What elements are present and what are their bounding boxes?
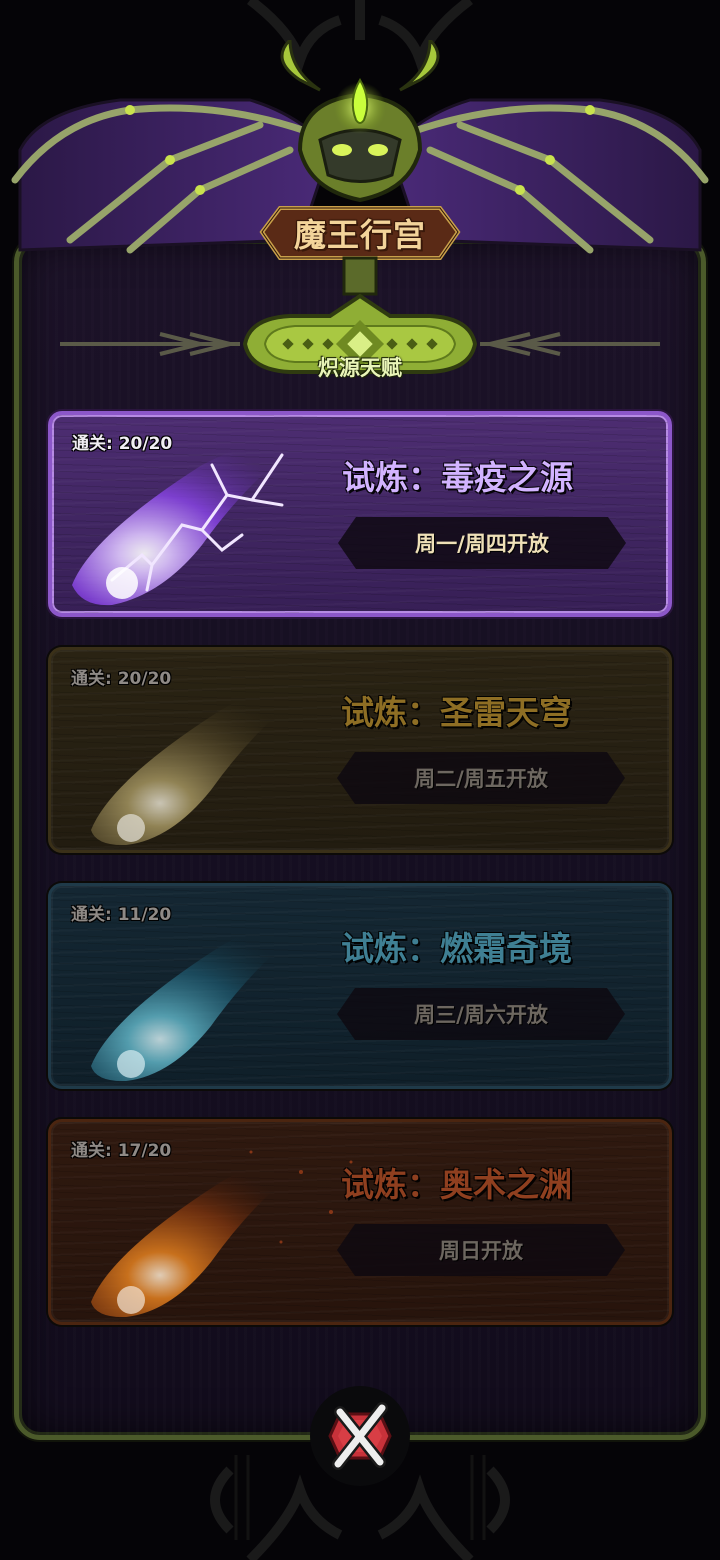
schedule-badge: 周三/周六开放 [337,988,625,1040]
page-title: 魔王行宫 [293,216,426,254]
trial-title: 试炼：奥术之渊 [341,1165,572,1204]
game-screen: 魔王行宫 炽源天赋 通关: 20/20 试炼：毒疫之源 周一/周四开放 通关: … [0,0,720,1560]
trial-card-poison[interactable]: 通关: 20/20 试炼：毒疫之源 周一/周四开放 [48,411,672,617]
schedule-label: 周三/周六开放 [414,1003,548,1027]
clear-progress: 通关: 20/20 [72,434,173,454]
title-plate: 魔王行宫 [258,205,462,261]
trial-title: 试炼：圣雷天穹 [341,693,572,732]
clear-progress: 通关: 20/20 [71,669,172,689]
header-crest [11,40,709,296]
schedule-badge: 周一/周四开放 [338,517,626,569]
trial-card-thunder[interactable]: 通关: 20/20 试炼：圣雷天穹 周二/周五开放 [48,647,672,853]
schedule-label: 周日开放 [439,1239,523,1263]
trial-card-frost[interactable]: 通关: 11/20 试炼：燃霜奇境 周三/周六开放 [48,883,672,1089]
clear-progress: 通关: 11/20 [71,905,172,925]
trial-card-arcane[interactable]: 通关: 17/20 试炼：奥术之渊 周日开放 [48,1119,672,1325]
schedule-label: 周二/周五开放 [414,767,548,791]
subtitle: 炽源天赋 [318,356,402,380]
clear-progress: 通关: 17/20 [71,1141,172,1161]
schedule-badge: 周日开放 [337,1224,625,1276]
trial-title: 试炼：燃霜奇境 [341,929,572,968]
close-button[interactable] [308,1384,412,1488]
schedule-label: 周一/周四开放 [415,532,549,556]
trial-title: 试炼：毒疫之源 [342,458,573,497]
schedule-badge: 周二/周五开放 [337,752,625,804]
